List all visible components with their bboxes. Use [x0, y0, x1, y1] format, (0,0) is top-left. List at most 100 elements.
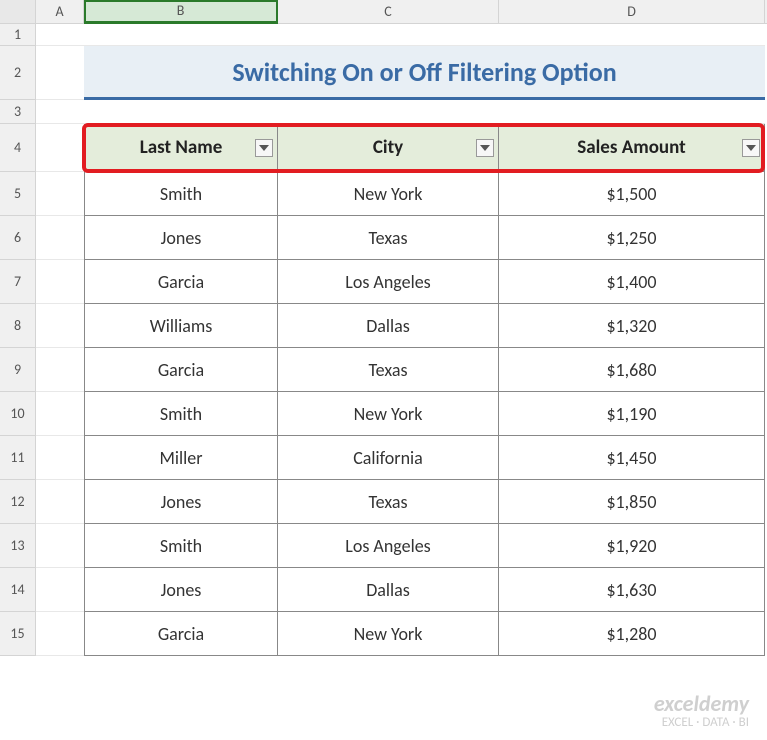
cell-sales-amount[interactable]: $1,500: [499, 172, 765, 216]
row-header-15[interactable]: 15: [0, 612, 36, 656]
cell-sales-amount[interactable]: $1,400: [499, 260, 765, 304]
header-sales-amount[interactable]: Sales Amount: [499, 124, 765, 172]
row-header-8[interactable]: 8: [0, 304, 36, 348]
cell-city[interactable]: Dallas: [278, 304, 499, 348]
row-header-9[interactable]: 9: [0, 348, 36, 392]
cell-last-name[interactable]: Smith: [84, 524, 278, 568]
cell-d1[interactable]: [499, 24, 765, 46]
row-header-6[interactable]: 6: [0, 216, 36, 260]
cell-a6[interactable]: [36, 216, 84, 260]
cell-city[interactable]: Texas: [278, 216, 499, 260]
cell-city[interactable]: New York: [278, 392, 499, 436]
row-3: 3: [0, 100, 767, 124]
cell-last-name[interactable]: Smith: [84, 172, 278, 216]
col-header-d[interactable]: D: [499, 0, 765, 23]
col-header-c[interactable]: C: [278, 0, 499, 23]
col-header-b[interactable]: B: [84, 0, 278, 23]
cell-last-name[interactable]: Garcia: [84, 612, 278, 656]
cell-a11[interactable]: [36, 436, 84, 480]
cell-city[interactable]: Los Angeles: [278, 260, 499, 304]
header-sales-amount-label: Sales Amount: [577, 136, 685, 159]
cell-city[interactable]: Texas: [278, 480, 499, 524]
table-row: 6 JonesTexas$1,250: [0, 216, 767, 260]
cell-a2[interactable]: [36, 46, 84, 100]
cell-a14[interactable]: [36, 568, 84, 612]
table-row: 10 SmithNew York$1,190: [0, 392, 767, 436]
header-last-name-label: Last Name: [140, 136, 223, 159]
cell-city[interactable]: Dallas: [278, 568, 499, 612]
watermark-tagline: EXCEL · DATA · BI: [654, 716, 749, 730]
header-city-label: City: [373, 136, 403, 159]
cell-city[interactable]: New York: [278, 612, 499, 656]
column-headers: A B C D: [0, 0, 767, 24]
row-header-12[interactable]: 12: [0, 480, 36, 524]
cell-last-name[interactable]: Smith: [84, 392, 278, 436]
cell-sales-amount[interactable]: $1,250: [499, 216, 765, 260]
row-header-5[interactable]: 5: [0, 172, 36, 216]
cell-last-name[interactable]: Miller: [84, 436, 278, 480]
row-header-1[interactable]: 1: [0, 24, 36, 46]
cell-last-name[interactable]: Jones: [84, 216, 278, 260]
cell-sales-amount[interactable]: $1,630: [499, 568, 765, 612]
cell-last-name[interactable]: Jones: [84, 568, 278, 612]
title-cell[interactable]: Switching On or Off Filtering Option: [84, 46, 765, 100]
cell-city[interactable]: New York: [278, 172, 499, 216]
cell-a12[interactable]: [36, 480, 84, 524]
cell-a13[interactable]: [36, 524, 84, 568]
cell-a8[interactable]: [36, 304, 84, 348]
cell-a9[interactable]: [36, 348, 84, 392]
cell-last-name[interactable]: Garcia: [84, 260, 278, 304]
cell-last-name[interactable]: Williams: [84, 304, 278, 348]
filter-button-city[interactable]: [476, 139, 494, 157]
cell-a15[interactable]: [36, 612, 84, 656]
cell-last-name[interactable]: Garcia: [84, 348, 278, 392]
filter-button-sales-amount[interactable]: [742, 139, 760, 157]
cell-city[interactable]: Los Angeles: [278, 524, 499, 568]
table-row: 8 WilliamsDallas$1,320: [0, 304, 767, 348]
filter-button-last-name[interactable]: [255, 139, 273, 157]
row-header-10[interactable]: 10: [0, 392, 36, 436]
cell-d3[interactable]: [499, 100, 765, 124]
cell-c1[interactable]: [278, 24, 499, 46]
row-2: 2 Switching On or Off Filtering Option: [0, 46, 767, 100]
chevron-down-icon: [746, 145, 756, 151]
cell-b3[interactable]: [84, 100, 278, 124]
table-row: 15 GarciaNew York$1,280: [0, 612, 767, 656]
cell-sales-amount[interactable]: $1,450: [499, 436, 765, 480]
cell-city[interactable]: Texas: [278, 348, 499, 392]
cell-a3[interactable]: [36, 100, 84, 124]
row-header-3[interactable]: 3: [0, 100, 36, 124]
cell-sales-amount[interactable]: $1,320: [499, 304, 765, 348]
cell-last-name[interactable]: Jones: [84, 480, 278, 524]
watermark-logo: exceldemy: [654, 692, 749, 716]
select-all-corner[interactable]: [0, 0, 36, 23]
row-header-14[interactable]: 14: [0, 568, 36, 612]
header-last-name[interactable]: Last Name: [84, 124, 278, 172]
cell-a10[interactable]: [36, 392, 84, 436]
row-1: 1: [0, 24, 767, 46]
cell-sales-amount[interactable]: $1,920: [499, 524, 765, 568]
table-row: 14 JonesDallas$1,630: [0, 568, 767, 612]
cell-a7[interactable]: [36, 260, 84, 304]
row-4: 4 Last Name City Sales Amount: [0, 124, 767, 172]
cell-sales-amount[interactable]: $1,280: [499, 612, 765, 656]
col-header-a[interactable]: A: [36, 0, 84, 23]
cell-sales-amount[interactable]: $1,680: [499, 348, 765, 392]
cell-a5[interactable]: [36, 172, 84, 216]
cell-a4[interactable]: [36, 124, 84, 172]
row-header-13[interactable]: 13: [0, 524, 36, 568]
cell-c3[interactable]: [278, 100, 499, 124]
table-row: 9 GarciaTexas$1,680: [0, 348, 767, 392]
header-city[interactable]: City: [278, 124, 499, 172]
table-row: 11 MillerCalifornia$1,450: [0, 436, 767, 480]
cell-city[interactable]: California: [278, 436, 499, 480]
chevron-down-icon: [259, 145, 269, 151]
row-header-4[interactable]: 4: [0, 124, 36, 172]
cell-sales-amount[interactable]: $1,850: [499, 480, 765, 524]
row-header-2[interactable]: 2: [0, 46, 36, 100]
row-header-11[interactable]: 11: [0, 436, 36, 480]
cell-b1[interactable]: [84, 24, 278, 46]
cell-sales-amount[interactable]: $1,190: [499, 392, 765, 436]
row-header-7[interactable]: 7: [0, 260, 36, 304]
cell-a1[interactable]: [36, 24, 84, 46]
